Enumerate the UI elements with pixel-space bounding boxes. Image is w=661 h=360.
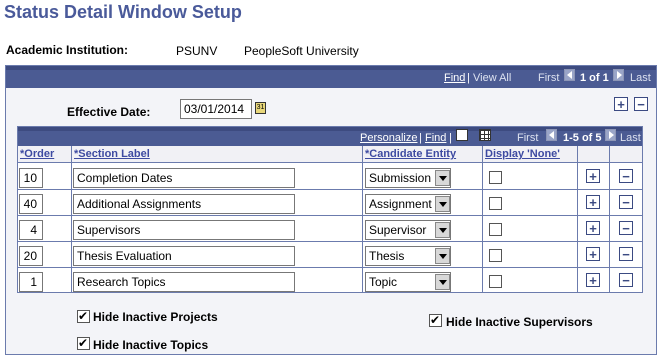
row-divider <box>18 215 642 216</box>
order-input[interactable]: 40 <box>19 194 43 214</box>
dropdown-button[interactable] <box>435 274 450 290</box>
outer-last-label: Last <box>630 72 651 84</box>
delete-row-button[interactable]: − <box>619 221 633 235</box>
institution-name: PeopleSoft University <box>244 44 359 58</box>
effective-date-label: Effective Date: <box>67 105 151 119</box>
download-grid-icon[interactable] <box>479 129 491 141</box>
outer-nav-bar-top <box>6 66 656 70</box>
add-row-button[interactable]: + <box>586 195 600 209</box>
grid-personalize-link[interactable]: Personalize <box>360 132 417 144</box>
outer-nav-separator: | <box>467 72 470 84</box>
section-label-input[interactable]: Additional Assignments <box>73 194 295 214</box>
dropdown-button[interactable] <box>435 248 450 264</box>
col-header-add <box>578 146 610 163</box>
chevron-down-icon <box>439 280 447 285</box>
grid-divider <box>362 163 363 293</box>
delete-row-button[interactable]: − <box>619 169 633 183</box>
row-divider <box>18 267 642 268</box>
grid-divider <box>577 163 578 293</box>
grid-divider <box>482 163 483 293</box>
section-label-input[interactable]: Supervisors <box>73 220 295 240</box>
delete-row-button[interactable]: − <box>619 273 633 287</box>
arrow-left-icon <box>549 131 554 139</box>
chevron-down-icon <box>439 228 447 233</box>
grid-prev-button[interactable] <box>546 129 557 141</box>
chevron-down-icon <box>439 202 447 207</box>
order-input[interactable]: 4 <box>19 220 43 240</box>
row-divider <box>18 189 642 190</box>
add-row-button[interactable]: + <box>586 273 600 287</box>
col-header-candidate-entity[interactable]: *Candidate Entity <box>363 146 483 163</box>
calendar-icon[interactable]: 31 <box>255 102 266 114</box>
display-none-checkbox[interactable] <box>489 171 502 184</box>
display-none-checkbox[interactable] <box>489 275 502 288</box>
display-none-checkbox[interactable] <box>489 223 502 236</box>
outer-find-link[interactable]: Find <box>444 72 465 84</box>
hide-inactive-supervisors-label: Hide Inactive Supervisors <box>446 315 593 329</box>
chevron-down-icon <box>439 176 447 181</box>
outer-prev-button[interactable] <box>564 69 575 81</box>
section-label-input[interactable]: Research Topics <box>73 272 295 292</box>
dropdown-button[interactable] <box>435 222 450 238</box>
delete-row-button[interactable]: − <box>619 247 633 261</box>
display-none-checkbox[interactable] <box>489 249 502 262</box>
page-title: Status Detail Window Setup <box>4 2 242 22</box>
hide-inactive-supervisors-checkbox[interactable] <box>429 313 442 327</box>
grid-find-link[interactable]: Find <box>425 132 446 144</box>
grid-nav-separator: | <box>449 132 452 144</box>
delete-row-button[interactable]: − <box>619 195 633 209</box>
add-effective-row-button[interactable]: + <box>614 97 628 111</box>
view-all-columns-icon[interactable] <box>456 129 468 141</box>
arrow-right-icon <box>609 131 614 139</box>
grid-position: 1-5 of 5 <box>563 132 602 144</box>
grid-first-label: First <box>517 132 539 144</box>
effective-date-input[interactable]: 03/01/2014 <box>180 99 252 119</box>
section-label-input[interactable]: Completion Dates <box>73 168 295 188</box>
col-header-section-label[interactable]: *Section Label <box>72 146 363 163</box>
grid-next-button[interactable] <box>605 129 616 141</box>
order-input[interactable]: 20 <box>19 246 43 266</box>
dropdown-button[interactable] <box>435 196 450 212</box>
outer-view-all-link[interactable]: View All <box>473 72 511 84</box>
arrow-left-icon <box>567 71 572 79</box>
outer-first-label: First <box>538 72 560 84</box>
hide-inactive-projects-label: Hide Inactive Projects <box>93 310 218 324</box>
hide-inactive-topics-label: Hide Inactive Topics <box>93 338 209 352</box>
col-header-delete <box>610 146 642 163</box>
institution-label: Academic Institution: <box>6 43 129 57</box>
add-row-button[interactable]: + <box>586 221 600 235</box>
section-label-input[interactable]: Thesis Evaluation <box>73 246 295 266</box>
grid-nav-separator: | <box>419 132 422 144</box>
col-header-order[interactable]: *Order <box>18 146 72 163</box>
order-input[interactable]: 10 <box>19 168 43 188</box>
display-none-checkbox[interactable] <box>489 197 502 210</box>
chevron-down-icon <box>439 254 447 259</box>
institution-code: PSUNV <box>176 44 218 58</box>
arrow-right-icon <box>617 71 622 79</box>
row-divider <box>18 241 642 242</box>
outer-next-button[interactable] <box>613 69 624 81</box>
order-input[interactable]: 1 <box>19 272 43 292</box>
hide-inactive-topics-checkbox[interactable] <box>77 336 90 350</box>
add-row-button[interactable]: + <box>586 247 600 261</box>
col-header-display-none[interactable]: Display 'None' <box>483 146 578 163</box>
grid-divider <box>609 163 610 293</box>
grid-divider <box>71 163 72 293</box>
delete-effective-row-button[interactable]: − <box>634 97 648 111</box>
outer-position: 1 of 1 <box>580 72 609 84</box>
hide-inactive-projects-checkbox[interactable] <box>77 309 90 323</box>
add-row-button[interactable]: + <box>586 169 600 183</box>
grid-last-label: Last <box>620 132 641 144</box>
dropdown-button[interactable] <box>435 170 450 186</box>
